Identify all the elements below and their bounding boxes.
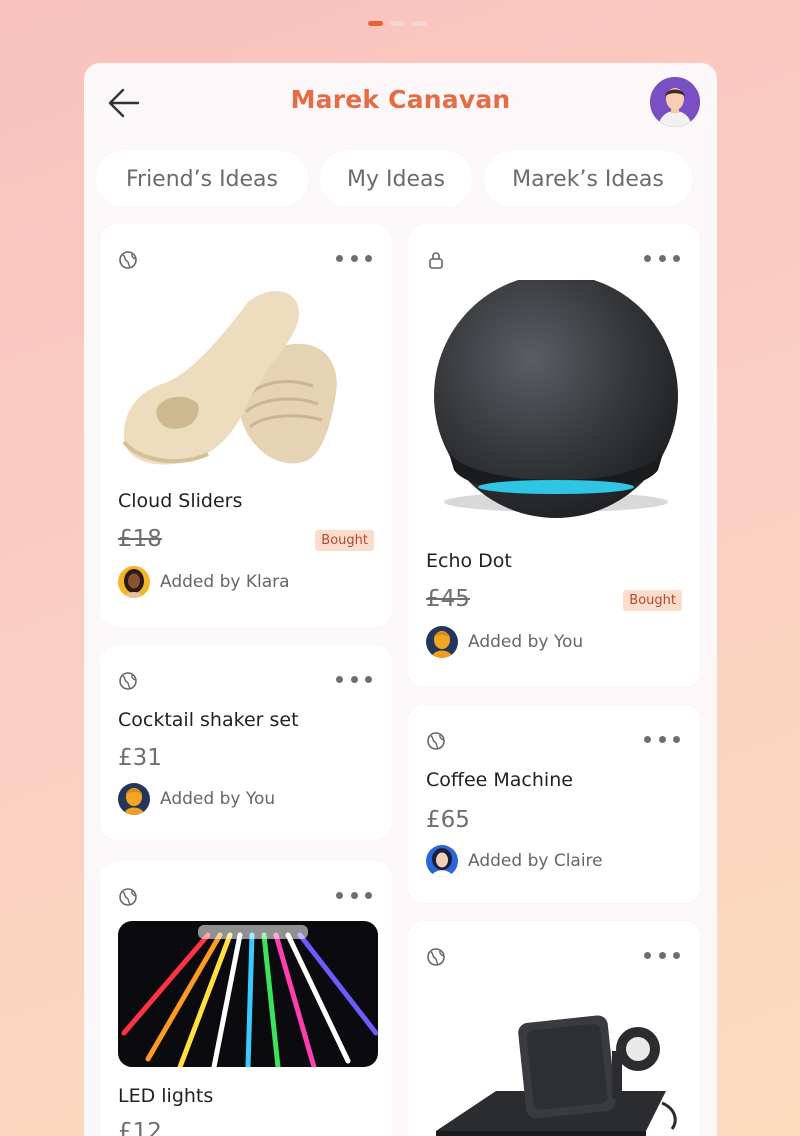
added-by: Added by Claire	[426, 845, 603, 877]
item-price: £65	[426, 807, 470, 833]
page-dot	[412, 21, 427, 26]
tab-friends-ideas[interactable]: Friend’s Ideas	[96, 151, 308, 207]
item-price: £45	[426, 586, 470, 612]
globe-icon	[427, 948, 445, 966]
item-price: £31	[118, 745, 162, 771]
added-by-label: Added by Klara	[160, 572, 290, 592]
item-name: Echo Dot	[426, 550, 512, 572]
globe-icon	[119, 672, 137, 690]
avatar	[118, 566, 150, 598]
item-name: LED lights	[118, 1085, 214, 1107]
status-badge: Bought	[623, 590, 682, 611]
idea-card[interactable]: Echo Dot £45 Bought Added by You	[408, 224, 700, 687]
avatar	[426, 626, 458, 658]
item-price: £18	[118, 526, 162, 552]
user-avatar-icon	[650, 77, 700, 127]
added-by: Added by Klara	[118, 566, 290, 598]
product-image	[436, 1015, 677, 1136]
page-dot	[390, 21, 405, 26]
more-options-button[interactable]	[644, 252, 680, 264]
globe-icon	[119, 888, 137, 906]
you-avatar-icon	[118, 783, 150, 815]
idea-tabs: Friend’s Ideas My Ideas Marek’s Ideas	[96, 151, 696, 207]
tab-mareks-ideas[interactable]: Marek’s Ideas	[484, 151, 692, 207]
idea-card[interactable]	[408, 921, 700, 1136]
idea-card[interactable]: Cloud Sliders £18 Bought Added by Klara	[100, 224, 392, 627]
product-image	[434, 280, 678, 518]
avatar	[118, 783, 150, 815]
idea-card[interactable]: LED lights £12	[100, 861, 392, 1136]
page-indicator	[368, 21, 427, 26]
globe-icon	[427, 732, 445, 750]
item-name: Cloud Sliders	[118, 490, 243, 512]
you-avatar-icon	[426, 626, 458, 658]
product-image	[122, 291, 337, 465]
tab-my-ideas[interactable]: My Ideas	[320, 151, 472, 207]
more-options-button[interactable]	[644, 949, 680, 961]
added-by: Added by You	[426, 626, 583, 658]
idea-card[interactable]: Cocktail shaker set £31 Added by You	[100, 645, 392, 840]
avatar[interactable]	[650, 77, 700, 127]
product-image	[118, 921, 378, 1067]
added-by-label: Added by You	[468, 632, 584, 652]
ideas-panel: Marek Canavan Friend’s Ideas My Ideas Ma…	[84, 63, 717, 1136]
klara-avatar-icon	[118, 566, 150, 598]
idea-card[interactable]: Coffee Machine £65 Added by Claire	[408, 705, 700, 903]
item-name: Coffee Machine	[426, 769, 573, 791]
claire-avatar-icon	[426, 845, 458, 877]
more-options-button[interactable]	[336, 252, 372, 264]
item-price: £12	[118, 1119, 162, 1136]
more-options-button[interactable]	[644, 733, 680, 745]
header: Marek Canavan	[84, 63, 717, 143]
page-title: Marek Canavan	[290, 85, 511, 114]
added-by: Added by You	[118, 783, 275, 815]
status-badge: Bought	[315, 530, 374, 551]
globe-icon	[119, 251, 137, 269]
more-options-button[interactable]	[336, 889, 372, 901]
added-by-label: Added by You	[160, 789, 276, 809]
page-dot-active	[368, 21, 383, 26]
more-options-button[interactable]	[336, 673, 372, 685]
added-by-label: Added by Claire	[468, 851, 603, 871]
item-name: Cocktail shaker set	[118, 709, 299, 731]
lock-icon	[429, 252, 443, 269]
avatar	[426, 845, 458, 877]
